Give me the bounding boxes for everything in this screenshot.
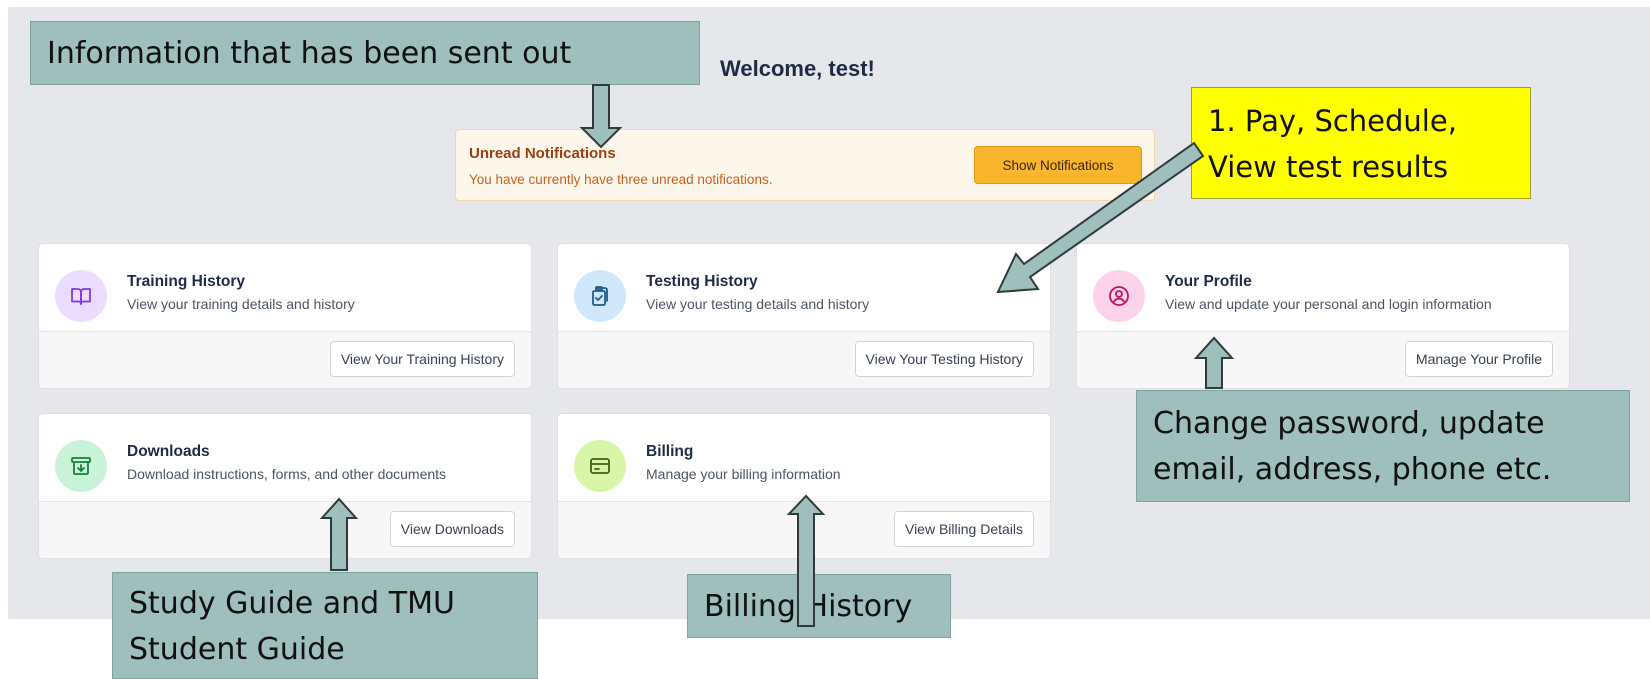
callout-information-sent: Information that has been sent out xyxy=(30,21,700,85)
callout-change-password: Change password, update email, address, … xyxy=(1136,390,1630,502)
credit-card-icon xyxy=(574,440,626,492)
testing-history-description: View your testing details and history xyxy=(646,296,870,312)
card-footer: View Billing Details xyxy=(558,501,1050,558)
billing-description: Manage your billing information xyxy=(646,466,841,482)
training-history-card: Training History View your training deta… xyxy=(38,243,532,389)
notification-text: You have currently have three unread not… xyxy=(469,172,773,187)
downloads-title: Downloads xyxy=(127,443,210,460)
notification-banner: Unread Notifications You have currently … xyxy=(455,129,1155,201)
your-profile-description: View and update your personal and login … xyxy=(1165,296,1492,312)
downloads-card: Downloads Download instructions, forms, … xyxy=(38,413,532,559)
clipboard-check-icon xyxy=(574,270,626,322)
card-footer: Manage Your Profile xyxy=(1077,331,1569,388)
notification-title: Unread Notifications xyxy=(469,145,616,162)
callout-pay-schedule: 1. Pay, Schedule, View test results xyxy=(1191,87,1531,199)
view-training-history-button[interactable]: View Your Training History xyxy=(329,341,515,377)
card-footer: View Your Training History xyxy=(39,331,531,388)
user-circle-icon xyxy=(1093,270,1145,322)
downloads-description: Download instructions, forms, and other … xyxy=(127,466,447,482)
training-history-title: Training History xyxy=(127,273,245,290)
your-profile-card: Your Profile View and update your person… xyxy=(1076,243,1570,389)
manage-profile-button[interactable]: Manage Your Profile xyxy=(1404,341,1553,377)
your-profile-title: Your Profile xyxy=(1165,273,1252,290)
archive-download-icon xyxy=(55,440,107,492)
view-downloads-button[interactable]: View Downloads xyxy=(389,511,515,547)
view-testing-history-button[interactable]: View Your Testing History xyxy=(854,341,1034,377)
card-footer: View Your Testing History xyxy=(558,331,1050,388)
view-billing-details-button[interactable]: View Billing Details xyxy=(893,511,1034,547)
billing-title: Billing xyxy=(646,443,694,460)
billing-card: Billing Manage your billing information … xyxy=(557,413,1051,559)
welcome-heading: Welcome, test! xyxy=(720,56,875,81)
callout-study-guide: Study Guide and TMU Student Guide xyxy=(112,572,538,679)
book-icon xyxy=(55,270,107,322)
card-footer: View Downloads xyxy=(39,501,531,558)
testing-history-title: Testing History xyxy=(646,273,758,290)
callout-billing-history: Billing History xyxy=(687,574,951,638)
testing-history-card: Testing History View your testing detail… xyxy=(557,243,1051,389)
show-notifications-button[interactable]: Show Notifications xyxy=(974,146,1142,184)
training-history-description: View your training details and history xyxy=(127,296,355,312)
